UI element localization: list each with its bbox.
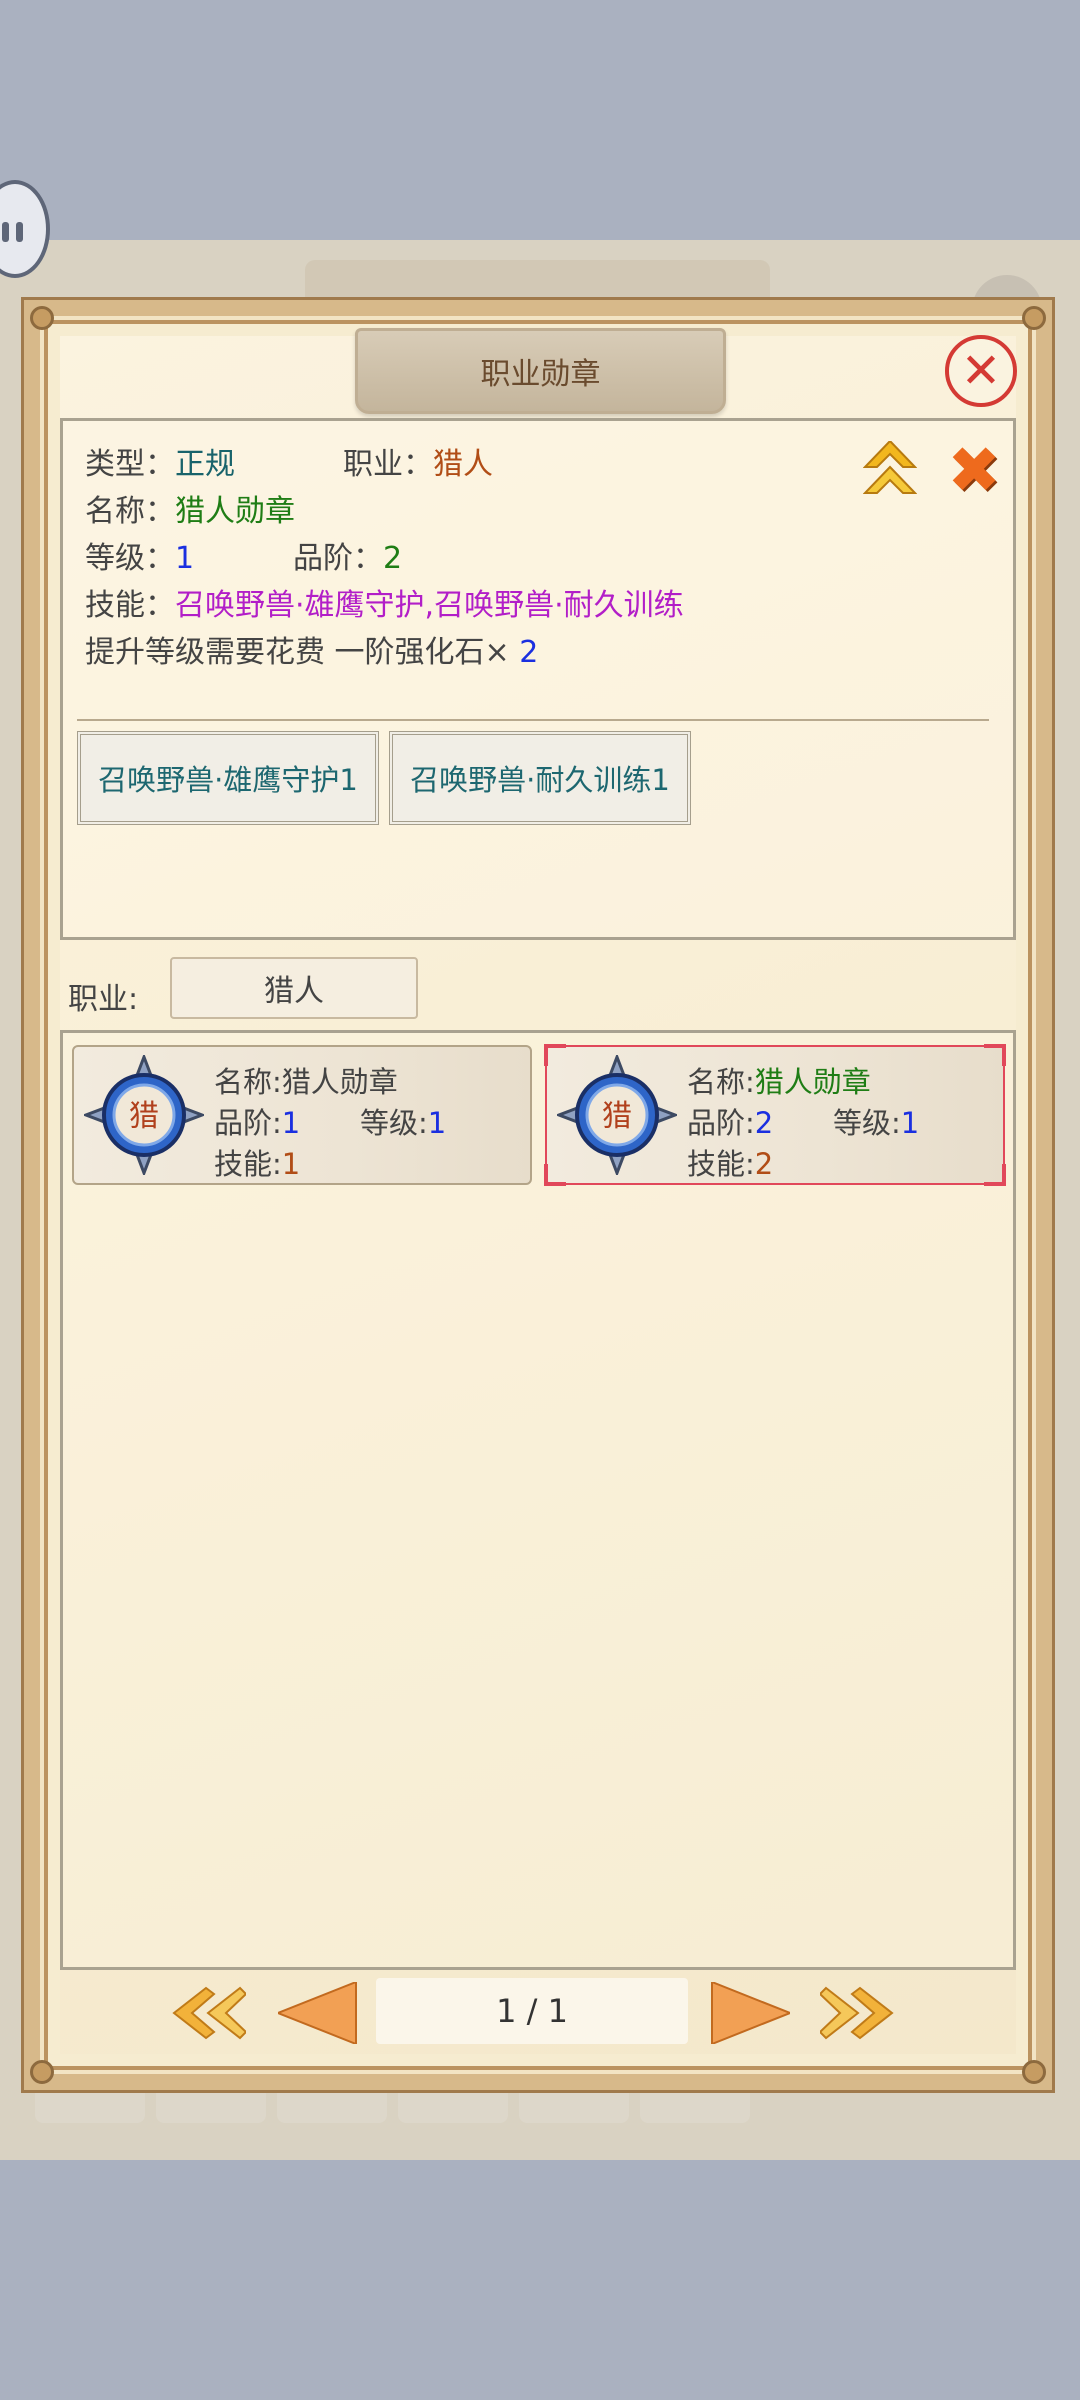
card-level-label: 等级:	[833, 1106, 901, 1140]
pager: 1 / 1	[170, 1978, 900, 2048]
skill-label: 技能：	[85, 588, 175, 623]
name-value: 猎人勋章	[175, 494, 295, 529]
card-grade-label: 品阶:	[214, 1106, 282, 1140]
card-level-value: 1	[900, 1106, 920, 1140]
medal-info-panel: 类型：正规 职业：猎人 名称：猎人勋章 等级：1 品阶：2 技能：召唤野兽·雄鹰…	[60, 418, 1016, 940]
grade-value: 2	[383, 541, 403, 576]
skill-button-2[interactable]: 召唤野兽·耐久训练1	[389, 731, 691, 825]
card-name-row: 名称:猎人勋章	[687, 1059, 871, 1101]
card-skill-value: 2	[754, 1147, 774, 1181]
career-filter-select[interactable]: 猎人	[170, 957, 418, 1019]
hunter-medal-icon: 猎	[554, 1052, 680, 1178]
card-skill-value: 1	[281, 1147, 301, 1181]
level-value: 1	[175, 541, 195, 576]
medal-card-1[interactable]: 猎 名称:猎人勋章 品阶:1 等级:1 技能:1	[72, 1045, 532, 1185]
info-level-row: 等级：1	[85, 533, 194, 577]
card-grade-label: 品阶:	[687, 1106, 755, 1140]
info-upgrade-row: 提升等级需要花费 一阶强化石× 2	[85, 627, 538, 671]
card-skill-label: 技能:	[687, 1147, 755, 1181]
medal-card-2[interactable]: 猎 名称:猎人勋章 品阶:2 等级:1 技能:2	[544, 1044, 1006, 1186]
card-name-value: 猎人勋章	[754, 1065, 871, 1099]
remove-x-icon[interactable]: ✖	[943, 439, 1005, 503]
job-value: 猎人	[433, 447, 493, 482]
info-job-row: 职业：猎人	[343, 439, 493, 483]
card-skill-label: 技能:	[214, 1147, 282, 1181]
close-icon: ✕	[960, 343, 1002, 399]
medal-list-panel: 猎 名称:猎人勋章 品阶:1 等级:1 技能:1 猎 名称:猎人勋章 品阶:2 …	[60, 1030, 1016, 1970]
grade-label: 品阶：	[293, 541, 383, 576]
info-type-row: 类型：正规	[85, 439, 235, 483]
next-page-icon[interactable]	[710, 1980, 793, 2048]
upgrade-arrow-icon[interactable]	[862, 439, 918, 503]
type-value: 正规	[175, 447, 235, 482]
career-filter-value: 猎人	[264, 974, 324, 1009]
hunter-medal-icon: 猎	[81, 1052, 207, 1178]
card-skill-row: 技能:2	[687, 1141, 773, 1183]
level-label: 等级：	[85, 541, 175, 576]
medal-character-1: 猎	[129, 1099, 159, 1134]
skill-value: 召唤野兽·雄鹰守护,召唤野兽·耐久训练	[175, 588, 684, 623]
type-label: 类型：	[85, 447, 175, 482]
card-skill-row: 技能:1	[214, 1141, 300, 1183]
upgrade-cost-value: 2	[519, 635, 539, 670]
first-page-icon[interactable]	[170, 1986, 248, 2044]
card-name-row: 名称:猎人勋章	[214, 1059, 398, 1101]
info-name-row: 名称：猎人勋章	[85, 486, 295, 530]
card-name-value: 猎人勋章	[281, 1065, 398, 1099]
page-indicator: 1 / 1	[376, 1978, 688, 2044]
card-level-label: 等级:	[360, 1106, 428, 1140]
card-level-row: 等级:1	[833, 1100, 919, 1142]
info-divider	[77, 719, 989, 721]
last-page-icon[interactable]	[818, 1986, 896, 2044]
card-level-value: 1	[427, 1106, 447, 1140]
card-grade-value: 2	[754, 1106, 774, 1140]
card-grade-row: 品阶:1	[214, 1100, 300, 1142]
card-level-row: 等级:1	[360, 1100, 446, 1142]
info-skill-row: 技能：召唤野兽·雄鹰守护,召唤野兽·耐久训练	[85, 580, 684, 624]
info-grade-row: 品阶：2	[293, 533, 402, 577]
card-grade-value: 1	[281, 1106, 301, 1140]
skill-button-1[interactable]: 召唤野兽·雄鹰守护1	[77, 731, 379, 825]
prev-page-icon[interactable]	[275, 1980, 358, 2048]
card-name-label: 名称:	[687, 1065, 755, 1099]
card-name-label: 名称:	[214, 1065, 282, 1099]
career-filter-label: 职业:	[68, 982, 139, 1017]
dialog-title: 职业勋章	[355, 328, 726, 414]
upgrade-cost-label: 提升等级需要花费 一阶强化石×	[85, 635, 510, 670]
card-grade-row: 品阶:2	[687, 1100, 773, 1142]
medal-character-2: 猎	[602, 1099, 632, 1134]
job-label: 职业：	[343, 447, 433, 482]
close-button[interactable]: ✕	[945, 335, 1017, 407]
dialog-title-text: 职业勋章	[480, 357, 601, 392]
name-label: 名称：	[85, 494, 175, 529]
